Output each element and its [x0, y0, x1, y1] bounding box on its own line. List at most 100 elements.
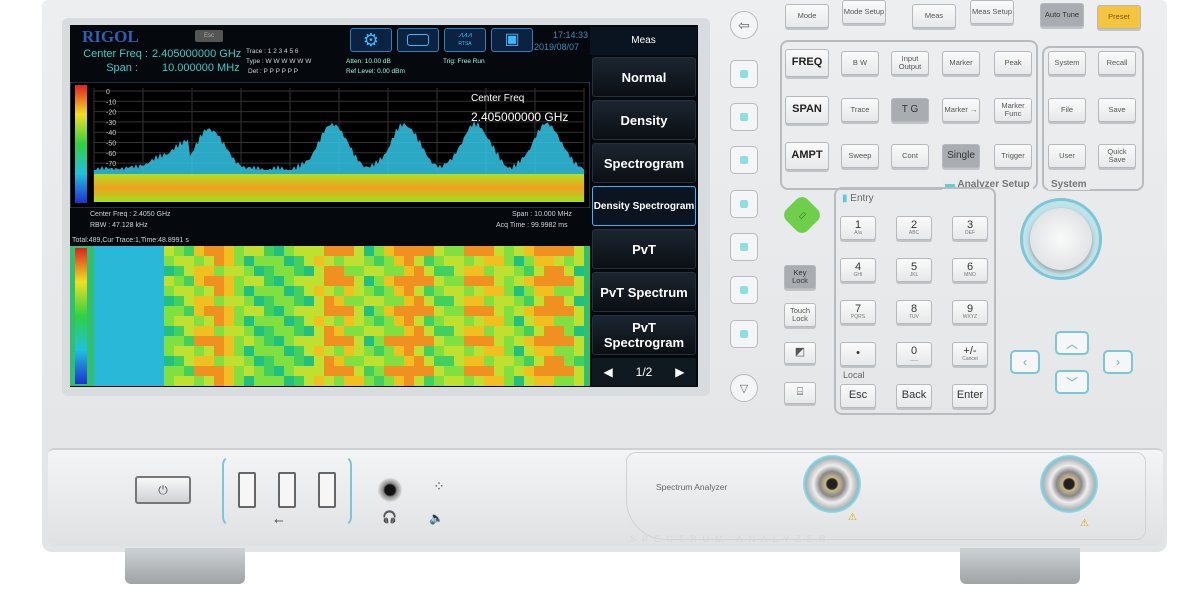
- spectrogram-cell: [494, 256, 504, 266]
- file-key[interactable]: File: [1048, 98, 1086, 122]
- headphone-jack[interactable]: [378, 478, 402, 502]
- next-page-icon[interactable]: ▶: [675, 365, 684, 379]
- menu-item-pvt-spectrogram[interactable]: PvT Spectrogram: [592, 315, 696, 355]
- screenshot-button[interactable]: ◩: [784, 342, 816, 364]
- gear-icon[interactable]: ⚙: [350, 28, 392, 52]
- single-key[interactable]: Single: [942, 144, 980, 168]
- menu-item-spectrogram[interactable]: Spectrogram: [592, 143, 696, 183]
- entry-key-8[interactable]: 9 WXYZ: [952, 300, 988, 324]
- entry-key-4[interactable]: 5 JKL: [896, 258, 932, 282]
- span-value[interactable]: 10.000000 MHz: [162, 62, 240, 74]
- spectrogram-cell: [564, 316, 574, 326]
- system-key[interactable]: System: [1048, 51, 1086, 75]
- entry-key-10[interactable]: 0 ___: [896, 342, 932, 366]
- softkey-5[interactable]: [730, 233, 758, 261]
- tg-output-connector[interactable]: [803, 455, 861, 513]
- entry-key-1[interactable]: 2 ABC: [896, 216, 932, 240]
- rotary-knob[interactable]: [1030, 208, 1092, 270]
- entry-key-6[interactable]: 7 PQRS: [840, 300, 876, 324]
- entry-key-9[interactable]: •: [840, 342, 876, 366]
- back-key[interactable]: Back: [896, 384, 932, 408]
- usb-port-2[interactable]: [278, 472, 296, 508]
- touch-lock-button[interactable]: Touch Lock: [784, 303, 816, 327]
- return-button[interactable]: ⇦: [730, 11, 758, 39]
- spectrogram-cell: [174, 286, 184, 296]
- softkey-4[interactable]: [730, 190, 758, 218]
- arrow-down-button[interactable]: ﹀: [1055, 370, 1089, 394]
- spectrogram-cell: [254, 336, 264, 346]
- marker-key[interactable]: Marker →: [942, 98, 980, 122]
- center-freq-value[interactable]: 2.405000000 GHz: [152, 48, 241, 60]
- entry-key-11[interactable]: +/- Cancel: [952, 342, 988, 366]
- softkey-2[interactable]: [730, 103, 758, 131]
- usb-port-1[interactable]: [238, 472, 256, 508]
- entry-key-5[interactable]: 6 MNO: [952, 258, 988, 282]
- meas-button[interactable]: Meas: [912, 4, 956, 28]
- rf-input-connector[interactable]: [1040, 455, 1098, 513]
- softkey-1[interactable]: [730, 60, 758, 88]
- trigger-key[interactable]: Trigger: [994, 144, 1032, 168]
- trace-key[interactable]: Trace: [841, 98, 879, 122]
- mode-setup-button[interactable]: Mode Setup: [842, 0, 886, 24]
- spectrogram-cell: [134, 296, 144, 306]
- power-button[interactable]: ⏻: [135, 476, 191, 504]
- spectrogram-cell: [224, 356, 234, 366]
- peak-key[interactable]: Peak: [994, 51, 1032, 75]
- recall-key[interactable]: Recall: [1098, 51, 1136, 75]
- menu-item-density[interactable]: Density: [592, 100, 696, 140]
- user-key[interactable]: User: [1048, 144, 1086, 168]
- y-tick-label: 0: [106, 89, 110, 96]
- quick-save-key[interactable]: Quick Save: [1098, 144, 1136, 168]
- spectrogram-cell: [264, 346, 274, 356]
- enter-key[interactable]: Enter: [952, 384, 988, 408]
- usb-port-3[interactable]: [318, 472, 336, 508]
- meas-setup-button[interactable]: Meas Setup: [970, 0, 1014, 24]
- freq-key[interactable]: FREQ: [785, 49, 829, 77]
- help-button[interactable]: ⌸: [784, 382, 816, 404]
- softkey-3[interactable]: [730, 146, 758, 174]
- layout-icon[interactable]: ▣: [491, 28, 533, 52]
- menu-item-density-spectrogram[interactable]: Density Spectrogram: [592, 186, 696, 226]
- arrow-left-button[interactable]: ‹: [1010, 350, 1040, 374]
- span-key[interactable]: SPAN: [785, 96, 829, 124]
- arrow-right-button[interactable]: ›: [1103, 350, 1133, 374]
- softkey-6[interactable]: [730, 276, 758, 304]
- mode-button[interactable]: Mode: [785, 4, 829, 28]
- entry-key-0[interactable]: 1 A/a: [840, 216, 876, 240]
- entry-key-7[interactable]: 8 TUV: [896, 300, 932, 324]
- key-lock-button[interactable]: Key Lock: [784, 265, 816, 289]
- spectrogram-cell: [134, 266, 144, 276]
- sweep-key[interactable]: Sweep: [841, 144, 879, 168]
- prev-page-icon[interactable]: ◀: [603, 365, 612, 379]
- spectrogram-plot[interactable]: [70, 246, 590, 386]
- marker-func-key[interactable]: Marker Func: [994, 98, 1032, 122]
- rtsa-icon[interactable]: ⩘⩘⩘ RTSA: [444, 28, 486, 52]
- arrow-up-button[interactable]: ︿: [1055, 331, 1089, 355]
- entry-key-3[interactable]: 4 GHI: [840, 258, 876, 282]
- save-key[interactable]: Save: [1098, 98, 1136, 122]
- t-g-key[interactable]: T G: [891, 98, 929, 122]
- menu-item-normal[interactable]: Normal: [592, 57, 696, 97]
- menu-item-pvt-spectrum[interactable]: PvT Spectrum: [592, 272, 696, 312]
- input-output-key[interactable]: Input Output: [891, 51, 929, 75]
- spectrogram-cell: [284, 336, 294, 346]
- ampt-key[interactable]: AMPT: [785, 142, 829, 170]
- spectrogram-cell: [324, 256, 334, 266]
- spectrogram-cell: [204, 306, 214, 316]
- menu-down-button[interactable]: ▽: [730, 374, 758, 402]
- auto-tune-button[interactable]: Auto Tune: [1040, 3, 1084, 27]
- marker-key[interactable]: Marker: [942, 51, 980, 75]
- softkey-led-icon: [740, 70, 748, 78]
- cont-key[interactable]: Cont: [891, 144, 929, 168]
- menu-item-pvt[interactable]: PvT: [592, 229, 696, 269]
- spectrogram-cell: [444, 246, 454, 256]
- preset-button[interactable]: Preset: [1097, 5, 1141, 29]
- entry-key-2[interactable]: 3 DEF: [952, 216, 988, 240]
- esc-key[interactable]: Esc: [840, 384, 876, 408]
- softkey-7[interactable]: [730, 320, 758, 348]
- spectrogram-cell: [444, 306, 454, 316]
- esc-soft-button[interactable]: Esc: [195, 30, 223, 42]
- spectrogram-cell: [224, 256, 234, 266]
- density-icon[interactable]: [397, 28, 439, 52]
- b-w-key[interactable]: B W: [841, 51, 879, 75]
